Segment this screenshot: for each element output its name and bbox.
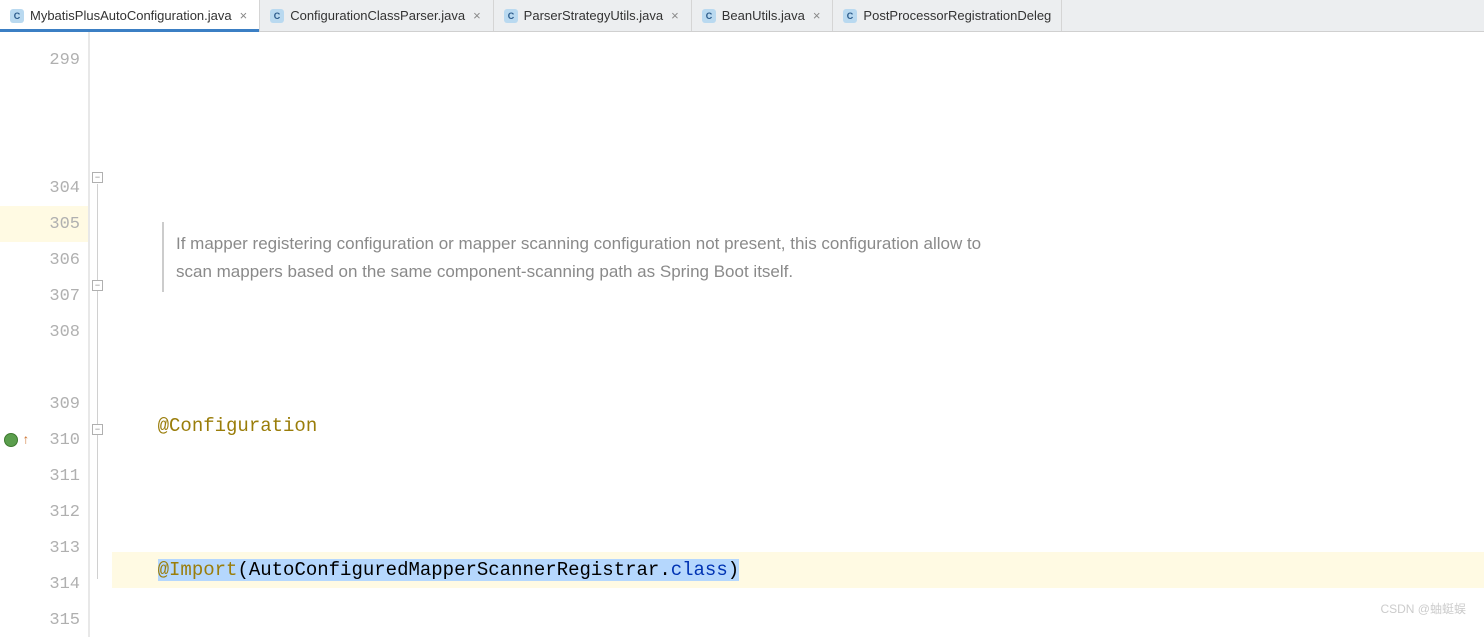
code-line-305: @Import(AutoConfiguredMapperScannerRegis… [112, 552, 1484, 588]
code-line-304: @Configuration [112, 408, 1484, 444]
java-class-icon: C [843, 9, 857, 23]
override-gutter-icon[interactable] [4, 433, 18, 447]
tab-label: ConfigurationClassParser.java [290, 8, 465, 23]
fold-handle-icon[interactable]: − [92, 280, 103, 291]
svg-text:C: C [274, 11, 281, 21]
line-number: 309 [0, 386, 88, 422]
line-number: 305 [0, 206, 88, 242]
line-number: 312 [0, 494, 88, 530]
fold-gutter: − − − [90, 32, 106, 637]
fold-handle-icon[interactable]: − [92, 172, 103, 183]
java-class-icon: C [702, 9, 716, 23]
line-number: 299 [0, 42, 88, 78]
tab-label: ParserStrategyUtils.java [524, 8, 663, 23]
fold-handle-icon[interactable]: − [92, 424, 103, 435]
code-editor[interactable]: 299 304 305 306 307 308 309 ↑ 310 311 31… [0, 32, 1484, 637]
line-number: 304 [0, 170, 88, 206]
line-number: 308 [0, 314, 88, 350]
java-class-icon: C [270, 9, 284, 23]
line-number: 307 [0, 278, 88, 314]
watermark: CSDN @蚰蜓蜈 [1380, 591, 1466, 627]
tab-label: PostProcessorRegistrationDeleg [863, 8, 1051, 23]
svg-text:C: C [847, 11, 854, 21]
tab-bar: C MybatisPlusAutoConfiguration.java × C … [0, 0, 1484, 32]
tab-file-3[interactable]: C BeanUtils.java × [692, 0, 834, 31]
line-number: 306 [0, 242, 88, 278]
line-number: 315 [0, 602, 88, 638]
tab-label: BeanUtils.java [722, 8, 805, 23]
java-class-icon: C [10, 9, 24, 23]
line-number: 314 [0, 566, 88, 602]
svg-text:C: C [14, 11, 21, 21]
svg-text:C: C [705, 11, 712, 21]
code-area[interactable]: If mapper registering configuration or m… [106, 32, 1484, 637]
line-number: 313 [0, 530, 88, 566]
close-icon[interactable]: × [238, 8, 250, 23]
tab-file-1[interactable]: C ConfigurationClassParser.java × [260, 0, 493, 31]
line-number: ↑ 310 [0, 422, 88, 458]
tab-label: MybatisPlusAutoConfiguration.java [30, 8, 232, 23]
svg-text:C: C [507, 11, 514, 21]
fold-line [97, 184, 98, 579]
java-class-icon: C [504, 9, 518, 23]
up-arrow-icon[interactable]: ↑ [22, 433, 30, 448]
line-gutter: 299 304 305 306 307 308 309 ↑ 310 311 31… [0, 32, 90, 637]
tab-file-2[interactable]: C ParserStrategyUtils.java × [494, 0, 692, 31]
line-number: 311 [0, 458, 88, 494]
close-icon[interactable]: × [471, 8, 483, 23]
tab-file-0[interactable]: C MybatisPlusAutoConfiguration.java × [0, 0, 260, 31]
close-icon[interactable]: × [669, 8, 681, 23]
javadoc-comment: If mapper registering configuration or m… [162, 222, 992, 292]
tab-file-4[interactable]: C PostProcessorRegistrationDeleg [833, 0, 1062, 31]
close-icon[interactable]: × [811, 8, 823, 23]
